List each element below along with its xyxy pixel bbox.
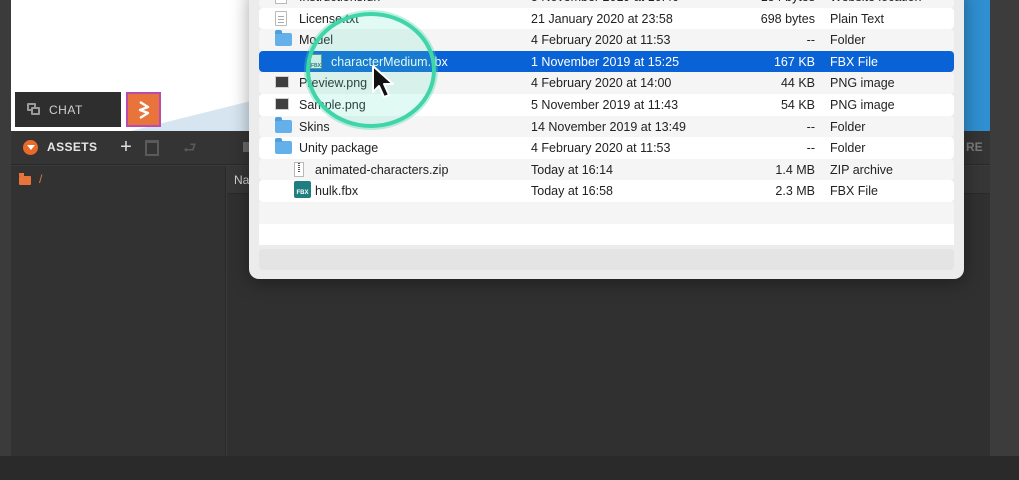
file-date: 4 February 2020 at 11:53 bbox=[531, 141, 671, 156]
add-asset-button[interactable]: + bbox=[114, 136, 138, 160]
root-folder-item[interactable]: / bbox=[19, 172, 42, 186]
file-size: 54 KB bbox=[780, 97, 815, 112]
file-row-animated-characters[interactable]: animated-characters.zip Today at 16:14 1.4… bbox=[259, 158, 954, 181]
file-name: Unity package bbox=[299, 141, 379, 156]
brand-logo-icon bbox=[138, 100, 149, 119]
root-folder-label: / bbox=[39, 172, 43, 186]
fbx-file-icon: FBX bbox=[294, 181, 311, 199]
img-file-icon bbox=[275, 97, 289, 110]
file-name: Instructions.url bbox=[299, 0, 380, 4]
empty-row bbox=[259, 223, 954, 246]
file-size: -- bbox=[806, 141, 815, 156]
assets-title: ASSETS bbox=[47, 140, 98, 154]
file-date: Today at 16:58 bbox=[531, 184, 614, 199]
file-date: 4 February 2020 at 14:00 bbox=[531, 76, 672, 91]
file-date: Today at 16:14 bbox=[531, 162, 614, 177]
assets-collapse-icon[interactable] bbox=[23, 140, 38, 155]
file-name: Skins bbox=[299, 119, 330, 134]
folder-file-icon bbox=[275, 138, 292, 155]
file-row-hulk[interactable]: FBX hulk.fbx Today at 16:58 2.3 MB FBX File bbox=[259, 180, 954, 202]
chat-icon bbox=[27, 102, 41, 117]
chat-tab[interactable]: CHAT bbox=[15, 92, 121, 127]
file-kind: Folder bbox=[830, 33, 866, 48]
chat-tab-label: CHAT bbox=[49, 102, 83, 117]
doc-file-icon bbox=[275, 10, 287, 26]
left-gutter bbox=[0, 0, 11, 456]
toolbar-right-label: RE bbox=[966, 140, 983, 154]
file-name: animated-characters.zip bbox=[315, 162, 449, 177]
file-date: 5 November 2019 at 10:40 bbox=[531, 0, 679, 4]
file-row-instructions[interactable]: Instructions.url 5 November 2019 at 10:40… bbox=[259, 0, 954, 8]
file-kind: PNG image bbox=[830, 97, 895, 112]
file-kind: FBX File bbox=[830, 54, 878, 69]
file-date: 5 November 2019 at 11:43 bbox=[531, 97, 679, 112]
mouse-pointer-icon bbox=[372, 65, 394, 98]
img-file-icon bbox=[275, 75, 289, 89]
zip-file-icon bbox=[294, 161, 304, 177]
bottom-status-bar bbox=[0, 456, 1019, 480]
file-kind: Website location bbox=[830, 0, 922, 4]
file-size: -- bbox=[806, 119, 815, 134]
file-kind: ZIP archive bbox=[830, 162, 893, 177]
file-size: 698 bytes bbox=[760, 11, 815, 26]
folder-icon bbox=[19, 172, 31, 185]
file-name: hulk.fbx bbox=[315, 184, 359, 199]
url-file-icon bbox=[275, 0, 287, 4]
file-size: 1.4 MB bbox=[775, 162, 815, 177]
right-gutter bbox=[990, 0, 1019, 456]
dialog-footer-strip bbox=[259, 249, 954, 270]
empty-row bbox=[259, 201, 954, 224]
move-asset-icon[interactable]: ⮐ bbox=[183, 138, 197, 163]
file-size: 167 KB bbox=[773, 54, 815, 69]
delete-asset-icon[interactable] bbox=[145, 140, 159, 156]
file-size: -- bbox=[806, 33, 815, 48]
asset-tree-panel: / bbox=[11, 166, 226, 456]
file-kind: FBX File bbox=[830, 184, 878, 199]
file-size: 44 KB bbox=[780, 76, 815, 91]
file-size: 154 bytes bbox=[689, 0, 815, 4]
name-column-label: Na bbox=[234, 173, 250, 187]
file-kind: Folder bbox=[830, 119, 866, 134]
file-date: 21 January 2020 at 23:58 bbox=[531, 11, 673, 26]
file-date: 1 November 2019 at 15:25 bbox=[531, 54, 680, 69]
file-date: 14 November 2019 at 13:49 bbox=[531, 119, 686, 134]
brand-logo-button[interactable] bbox=[126, 92, 161, 127]
file-kind: Folder bbox=[830, 141, 866, 156]
file-kind: Plain Text bbox=[830, 11, 884, 26]
file-kind: PNG image bbox=[830, 76, 895, 91]
file-row-unity-package[interactable]: ›Unity package4 February 2020 at 11:53--… bbox=[259, 137, 954, 159]
file-date: 4 February 2020 at 11:53 bbox=[531, 33, 671, 48]
file-size: 2.3 MB bbox=[775, 184, 815, 199]
folder-file-icon bbox=[275, 116, 292, 133]
folder-file-icon bbox=[275, 30, 292, 47]
